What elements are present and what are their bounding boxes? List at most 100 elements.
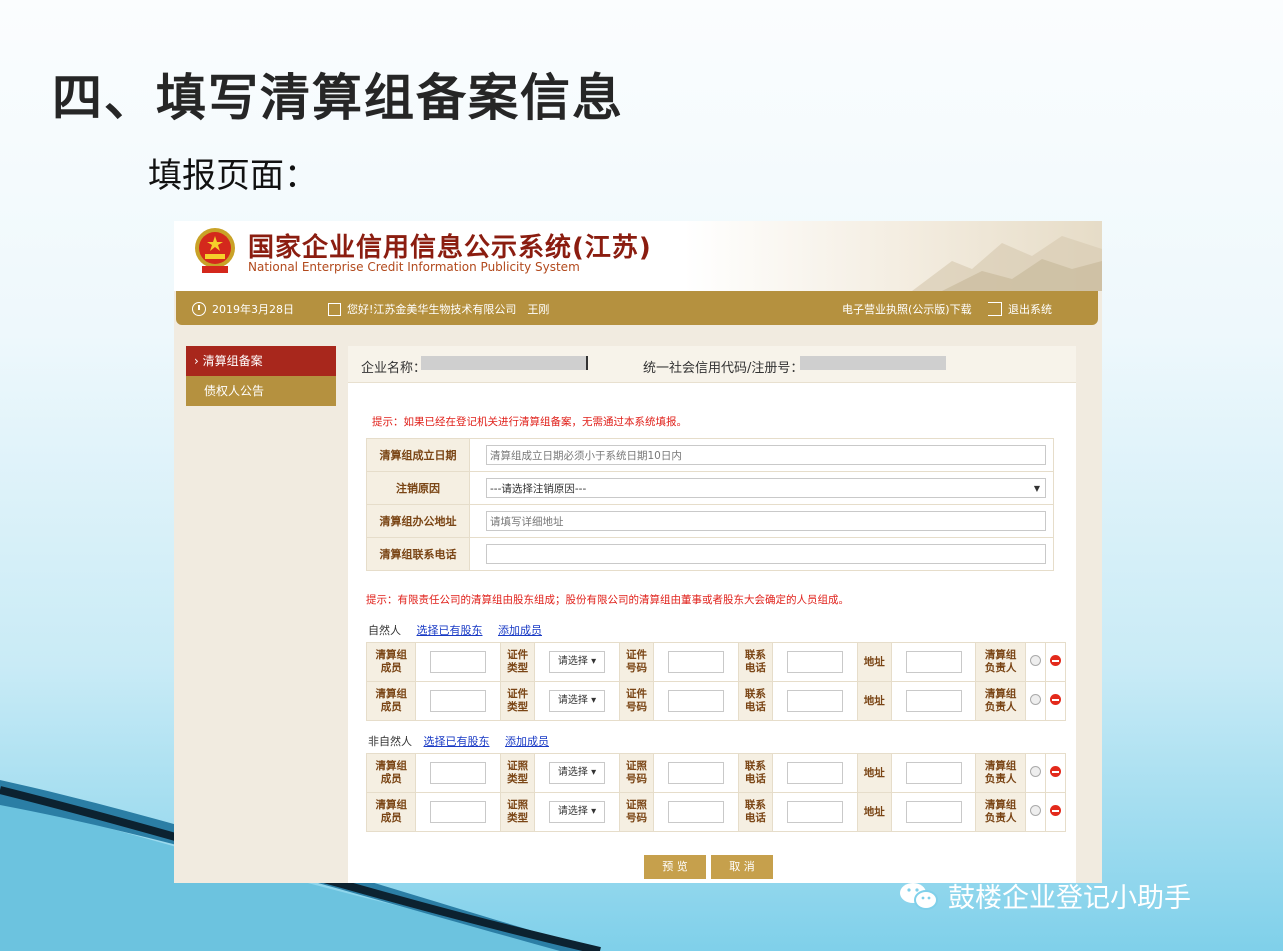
enterprise-name-redacted: [421, 356, 588, 370]
leader-radio[interactable]: [1029, 694, 1041, 705]
member-name-input[interactable]: [430, 801, 487, 823]
sidebar-item-label: 清算组备案: [202, 354, 263, 368]
phone-label-1: 联系: [744, 799, 766, 811]
reason-label: 注销原因: [366, 471, 470, 505]
phone-label: 清算组联系电话: [366, 537, 470, 571]
wechat-icon: [900, 882, 938, 910]
leader-label-2: 负责人: [984, 701, 1017, 713]
idtype-select-value: 请选择: [557, 695, 588, 706]
address-label: 清算组办公地址: [366, 504, 470, 538]
leader-radio[interactable]: [1029, 805, 1041, 816]
national-emblem-icon: [195, 228, 235, 273]
logout-link[interactable]: 退出系统: [988, 301, 1052, 317]
natural-person-section: 自然人 选择已有股东 添加成员: [368, 622, 542, 638]
leader-label-1: 清算组: [984, 760, 1017, 772]
member-phone-input[interactable]: [786, 690, 843, 712]
idtype-label-1: 证件: [507, 649, 529, 661]
idno-label-1: 证件: [625, 649, 647, 661]
leader-radio[interactable]: [1029, 655, 1041, 666]
idtype-select[interactable]: 请选择 ▾: [549, 690, 606, 712]
member-name-input[interactable]: [430, 651, 487, 673]
date-label: 清算组成立日期: [366, 438, 470, 472]
phone-label-2: 电话: [744, 701, 766, 713]
member-address-input[interactable]: [905, 762, 962, 784]
remove-icon[interactable]: [1049, 766, 1061, 777]
download-text[interactable]: 电子营业执照(公示版)下载: [842, 301, 972, 317]
address-label: 地址: [856, 642, 892, 682]
member-address-input[interactable]: [905, 651, 962, 673]
idtype-select-value: 请选择: [557, 656, 588, 667]
sidebar-item-creditor-notice[interactable]: 债权人公告: [186, 376, 336, 406]
lictype-select-value: 请选择: [557, 767, 588, 778]
licno-label-2: 号码: [625, 812, 647, 824]
system-header: 国家企业信用信息公示系统(江苏) National Enterprise Cre…: [174, 221, 1102, 291]
member-phone-input[interactable]: [786, 801, 843, 823]
phone-label-2: 电话: [744, 773, 766, 785]
date-text: 2019年3月28日: [212, 303, 294, 316]
download-link[interactable]: 电子营业执照(公示版)下载: [842, 301, 972, 317]
mountain-decoration: [912, 236, 1102, 291]
preview-button[interactable]: 预 览: [644, 855, 706, 879]
table-row: 清算组 成员 证照 类型 请选择 ▾ 证照 号码 联系 电话 地址 清算组 负责人: [365, 753, 1067, 793]
credit-code-label: 统一社会信用代码/注册号：: [643, 361, 804, 376]
idtype-select[interactable]: 请选择 ▾: [549, 651, 606, 673]
address-input[interactable]: 请填写详细地址: [486, 511, 1046, 531]
remove-icon[interactable]: [1049, 805, 1061, 816]
member-label-2: 成员: [380, 773, 402, 785]
slide-title: 四、填写清算组备案信息: [52, 69, 624, 127]
leader-label-1: 清算组: [984, 688, 1017, 700]
licno-input[interactable]: [667, 762, 724, 784]
user-icon: [328, 302, 341, 316]
credit-code-redacted: [800, 356, 946, 370]
remove-icon[interactable]: [1049, 694, 1061, 705]
idno-input[interactable]: [667, 651, 724, 673]
phone-label-2: 电话: [744, 812, 766, 824]
system-screenshot: 国家企业信用信息公示系统(江苏) National Enterprise Cre…: [174, 221, 1102, 883]
select-shareholder-link[interactable]: 选择已有股东: [417, 624, 483, 637]
natural-member-table: 清算组 成员 证件 类型 请选择 ▾ 证件 号码 联系 电话 地址 清算组 负责人 清算组…: [365, 642, 1067, 721]
cancel-button[interactable]: 取 消: [711, 855, 773, 879]
lictype-select[interactable]: 请选择 ▾: [549, 762, 606, 784]
select-shareholder-link[interactable]: 选择已有股东: [424, 735, 490, 748]
lictype-select[interactable]: 请选择 ▾: [549, 801, 606, 823]
idno-label-1: 证件: [625, 688, 647, 700]
date-input[interactable]: 清算组成立日期必须小于系统日期10日内: [486, 445, 1046, 465]
slide-subtitle: 填报页面：: [148, 156, 318, 196]
logout-icon[interactable]: [988, 302, 1002, 316]
main-panel: 企业名称： 统一社会信用代码/注册号： 提示：如果已经在登记机关进行清算组备案，…: [348, 346, 1076, 883]
member-address-input[interactable]: [905, 690, 962, 712]
logout-text[interactable]: 退出系统: [1008, 301, 1052, 317]
remove-icon[interactable]: [1049, 655, 1061, 666]
enterprise-info-bar: 企业名称： 统一社会信用代码/注册号：: [348, 346, 1076, 383]
reason-select[interactable]: ---请选择注销原因--- ▼: [486, 477, 1046, 498]
add-member-link[interactable]: 添加成员: [498, 624, 542, 637]
top-bar: 2019年3月28日 您好!江苏金美华生物技术有限公司 王刚 电子营业执照(公示…: [176, 291, 1098, 325]
member-name-input[interactable]: [430, 690, 487, 712]
sidebar-item-liquidation-filing[interactable]: › 清算组备案: [186, 346, 336, 376]
address-label: 地址: [856, 681, 892, 721]
tip-filed: 提示：如果已经在登记机关进行清算组备案，无需通过本系统填报。: [372, 416, 687, 428]
licno-label-1: 证照: [625, 799, 647, 811]
table-row: 清算组 成员 证件 类型 请选择 ▾ 证件 号码 联系 电话 地址 清算组 负责人: [365, 642, 1067, 682]
lictype-label-2: 类型: [507, 773, 529, 785]
user-item: 您好!江苏金美华生物技术有限公司 王刚: [328, 301, 549, 317]
liquidation-form: 清算组成立日期 清算组成立日期必须小于系统日期10日内 注销原因 ---请选择注…: [366, 438, 1054, 571]
system-subtitle-en: National Enterprise Credit Information P…: [248, 260, 580, 274]
member-address-input[interactable]: [905, 801, 962, 823]
add-member-link[interactable]: 添加成员: [505, 735, 549, 748]
leader-radio[interactable]: [1029, 766, 1041, 777]
member-phone-input[interactable]: [786, 762, 843, 784]
leader-label-2: 负责人: [984, 662, 1017, 674]
phone-input[interactable]: [486, 544, 1046, 564]
member-label-2: 成员: [380, 812, 402, 824]
member-name-input[interactable]: [430, 762, 487, 784]
phone-label-1: 联系: [744, 688, 766, 700]
idno-input[interactable]: [667, 690, 724, 712]
sidebar: › 清算组备案 债权人公告: [186, 346, 336, 406]
licno-input[interactable]: [667, 801, 724, 823]
leader-label-2: 负责人: [984, 812, 1017, 824]
member-label-1: 清算组: [375, 688, 407, 700]
member-phone-input[interactable]: [786, 651, 843, 673]
natural-person-label: 自然人: [368, 624, 401, 637]
member-label-2: 成员: [380, 662, 402, 674]
